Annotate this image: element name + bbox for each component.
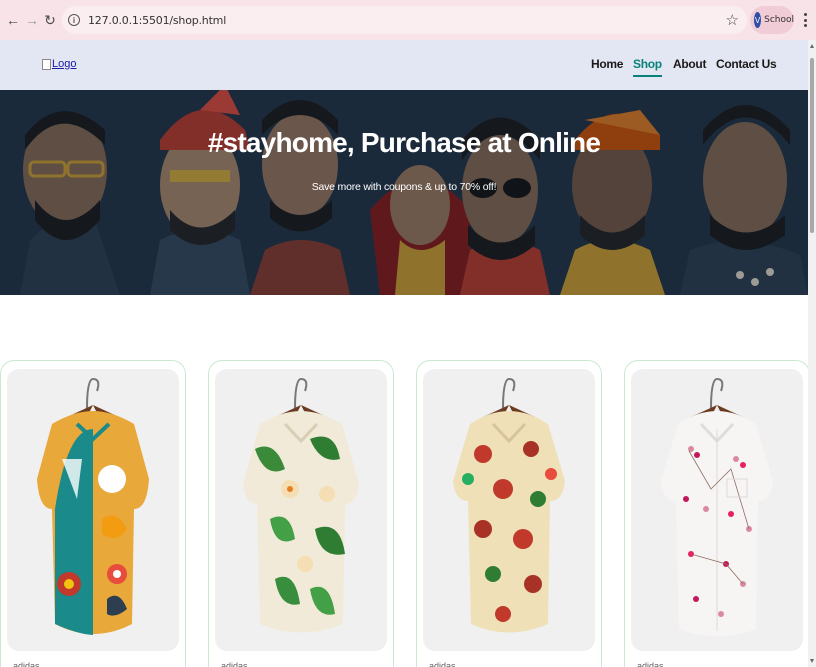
browser-menu-icon[interactable] — [800, 11, 810, 29]
product-brand: adidas — [429, 661, 456, 667]
page-scrollbar[interactable] — [808, 40, 816, 667]
hero-title: #stayhome, Purchase at Online — [207, 127, 601, 158]
scroll-down-arrow-icon[interactable] — [810, 659, 814, 663]
profile-name: School — [764, 15, 794, 25]
site-info-icon[interactable]: i — [68, 14, 80, 26]
product-image[interactable] — [423, 369, 595, 651]
hero-banner: #stayhome, Purchase at Online Save more … — [0, 90, 808, 295]
product-brand: adidas — [221, 661, 248, 667]
product-image[interactable] — [631, 369, 803, 651]
product-image[interactable] — [215, 369, 387, 651]
scrollbar-thumb[interactable] — [810, 58, 814, 233]
hero-subtitle: Save more with coupons & up to 70% off! — [311, 181, 497, 193]
profile-avatar: V — [754, 12, 762, 28]
broken-image-icon — [42, 58, 51, 70]
product-brand: adidas — [13, 661, 40, 667]
site-header: Logo Home Shop About Contact Us — [0, 40, 808, 90]
address-bar[interactable]: i 127.0.0.1:5501/shop.html ☆ — [62, 6, 747, 34]
nav-home[interactable]: Home — [591, 57, 623, 71]
nav-about[interactable]: About — [673, 57, 706, 71]
browser-toolbar: ← → ↻ i 127.0.0.1:5501/shop.html ☆ V Sch… — [0, 0, 816, 40]
product-image[interactable] — [7, 369, 179, 651]
product-brand: adidas — [637, 661, 664, 667]
product-card[interactable]: adidas — [416, 360, 602, 667]
nav-contact-us[interactable]: Contact Us — [716, 57, 777, 71]
product-card[interactable]: adidas — [624, 360, 810, 667]
profile-button[interactable]: V School — [750, 6, 794, 34]
product-card[interactable]: adidas — [0, 360, 186, 667]
back-icon[interactable]: ← — [4, 11, 22, 29]
forward-icon[interactable]: → — [23, 11, 41, 29]
product-card[interactable]: adidas — [208, 360, 394, 667]
reload-icon[interactable]: ↻ — [41, 11, 59, 29]
url-text[interactable]: 127.0.0.1:5501/shop.html — [88, 14, 226, 27]
logo-alt-text: Logo — [52, 58, 77, 70]
bookmark-star-icon[interactable]: ☆ — [726, 11, 739, 29]
scroll-up-arrow-icon[interactable] — [810, 44, 814, 48]
logo-link[interactable]: Logo — [42, 58, 76, 70]
nav-shop[interactable]: Shop — [633, 57, 662, 77]
